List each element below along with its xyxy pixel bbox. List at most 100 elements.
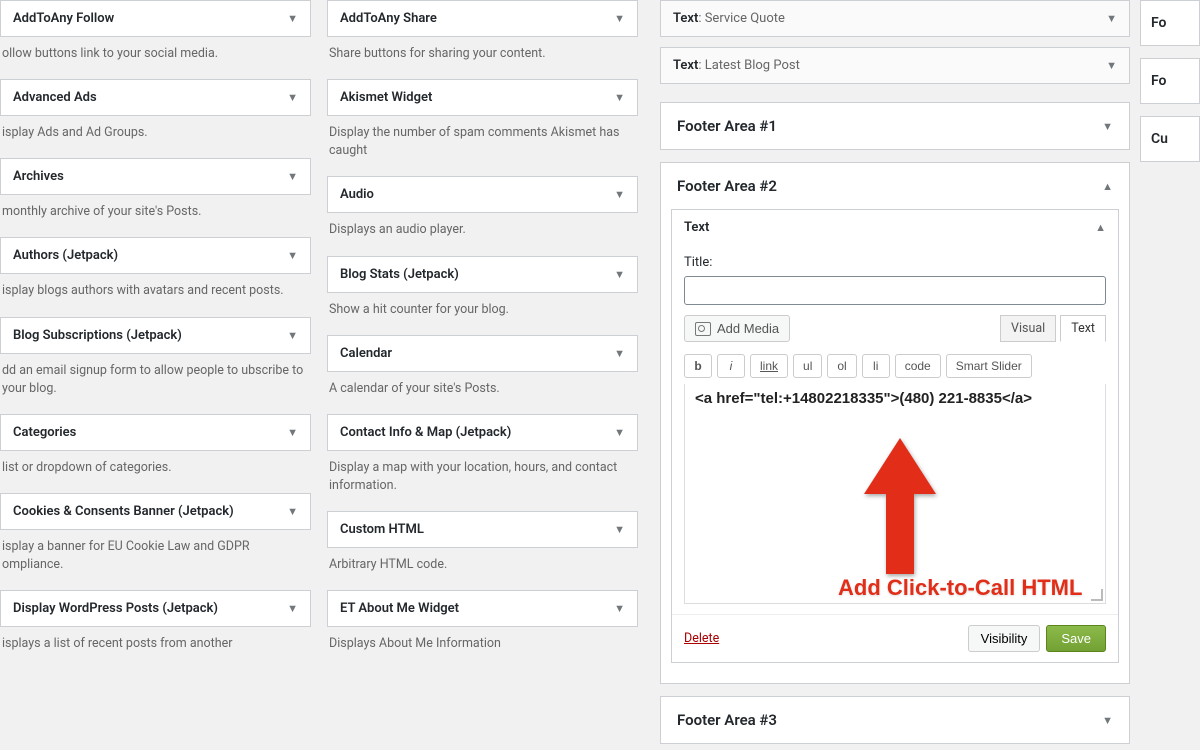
available-widget[interactable]: Cookies & Consents Banner (Jetpack) ▼	[0, 493, 311, 530]
chevron-down-icon: ▼	[287, 170, 298, 183]
toolbar-ol-button[interactable]: ol	[827, 354, 856, 378]
toolbar-ul-button[interactable]: ul	[793, 354, 822, 378]
visibility-button[interactable]: Visibility	[968, 625, 1041, 652]
chevron-up-icon: ▲	[1095, 221, 1106, 234]
widget-title: Custom HTML	[340, 522, 424, 537]
chevron-down-icon: ▼	[614, 602, 625, 615]
chevron-down-icon: ▼	[614, 12, 625, 25]
chevron-down-icon: ▼	[287, 91, 298, 104]
add-media-button[interactable]: Add Media	[684, 315, 790, 342]
chevron-down-icon: ▼	[614, 523, 625, 536]
widget-description: A calendar of your site's Posts.	[327, 372, 638, 414]
widget-description: Share buttons for sharing your content.	[327, 37, 638, 79]
available-widget[interactable]: Authors (Jetpack) ▼	[0, 237, 311, 274]
chevron-down-icon: ▼	[287, 602, 298, 615]
title-input[interactable]	[684, 276, 1106, 305]
chevron-down-icon: ▼	[614, 426, 625, 439]
toolbar-i-button[interactable]: i	[717, 354, 745, 378]
chevron-down-icon: ▼	[614, 91, 625, 104]
collapsed-text-widget[interactable]: Text: Service Quote ▼	[660, 0, 1130, 37]
chevron-down-icon: ▼	[1102, 120, 1113, 133]
widget-title: Advanced Ads	[13, 90, 97, 105]
available-widget[interactable]: Categories ▼	[0, 414, 311, 451]
widget-description: Displays About Me Information	[327, 627, 638, 669]
footer-area-1-title: Footer Area #1	[677, 117, 777, 135]
chevron-down-icon: ▼	[287, 329, 298, 342]
widget-description: Show a hit counter for your blog.	[327, 293, 638, 335]
chevron-down-icon: ▼	[1102, 714, 1113, 727]
media-icon	[695, 322, 711, 336]
toolbar-code-button[interactable]: code	[895, 354, 941, 378]
text-tab[interactable]: Text	[1060, 315, 1106, 342]
available-widget[interactable]: Custom HTML ▼	[327, 511, 638, 548]
available-widget[interactable]: Archives ▼	[0, 158, 311, 195]
widget-description: monthly archive of your site's Posts.	[0, 195, 311, 237]
chevron-down-icon: ▼	[287, 12, 298, 25]
widget-description: Display a map with your location, hours,…	[327, 451, 638, 511]
widget-title: AddToAny Share	[340, 11, 437, 26]
available-widget[interactable]: ET About Me Widget ▼	[327, 590, 638, 627]
text-widget-type: Text	[684, 220, 709, 235]
widget-title: Contact Info & Map (Jetpack)	[340, 425, 511, 440]
available-widget[interactable]: AddToAny Share ▼	[327, 0, 638, 37]
chevron-down-icon: ▼	[287, 426, 298, 439]
delete-link[interactable]: Delete	[684, 631, 719, 646]
text-widget-expanded: Text ▲ Title: Add Media	[671, 209, 1119, 663]
chevron-down-icon: ▼	[614, 268, 625, 281]
toolbar-link-button[interactable]: link	[750, 354, 788, 378]
toolbar-Smart Slider-button[interactable]: Smart Slider	[946, 354, 1032, 378]
widget-title: Akismet Widget	[340, 90, 432, 105]
sidebar-panel-partial[interactable]: Cu	[1140, 116, 1200, 162]
footer-area-1-panel[interactable]: Footer Area #1 ▼	[660, 102, 1130, 150]
widget-description: isplay a banner for EU Cookie Law and GD…	[0, 530, 311, 590]
widget-title: AddToAny Follow	[13, 11, 114, 26]
widget-title: ET About Me Widget	[340, 601, 459, 616]
chevron-down-icon: ▼	[614, 347, 625, 360]
widget-title: Calendar	[340, 346, 392, 361]
available-widget[interactable]: Blog Stats (Jetpack) ▼	[327, 256, 638, 293]
widget-description: list or dropdown of categories.	[0, 451, 311, 493]
available-widget[interactable]: Blog Subscriptions (Jetpack) ▼	[0, 317, 311, 354]
chevron-down-icon: ▼	[1106, 12, 1117, 25]
available-widget[interactable]: AddToAny Follow ▼	[0, 0, 311, 37]
footer-area-3-panel[interactable]: Footer Area #3 ▼	[660, 696, 1130, 744]
chevron-down-icon: ▼	[1106, 59, 1117, 72]
widget-title: Display WordPress Posts (Jetpack)	[13, 601, 218, 616]
widget-description: Displays an audio player.	[327, 213, 638, 255]
widget-description: isplays a list of recent posts from anot…	[0, 627, 311, 669]
available-widget[interactable]: Akismet Widget ▼	[327, 79, 638, 116]
chevron-down-icon: ▼	[287, 249, 298, 262]
widget-description: isplay Ads and Ad Groups.	[0, 116, 311, 158]
collapsed-text-widget[interactable]: Text: Latest Blog Post ▼	[660, 47, 1130, 84]
save-button[interactable]: Save	[1046, 625, 1106, 652]
available-widget[interactable]: Contact Info & Map (Jetpack) ▼	[327, 414, 638, 451]
editor-content: <a href="tel:+14802218335">(480) 221-883…	[695, 390, 1032, 407]
available-widget[interactable]: Advanced Ads ▼	[0, 79, 311, 116]
widget-description: ollow buttons link to your social media.	[0, 37, 311, 79]
title-label: Title:	[684, 255, 1106, 270]
available-widget[interactable]: Calendar ▼	[327, 335, 638, 372]
chevron-up-icon: ▲	[1102, 180, 1113, 193]
widget-description: isplay blogs authors with avatars and re…	[0, 274, 311, 316]
sidebar-panel-partial[interactable]: Fo	[1140, 58, 1200, 104]
widget-title: Archives	[13, 169, 64, 184]
available-widget[interactable]: Audio ▼	[327, 176, 638, 213]
footer-area-2-panel[interactable]: Footer Area #2 ▲ Text ▲ Title:	[660, 162, 1130, 684]
sidebar-panel-partial[interactable]: Fo	[1140, 0, 1200, 46]
chevron-down-icon: ▼	[614, 188, 625, 201]
widget-title: Blog Stats (Jetpack)	[340, 267, 459, 282]
widget-title: Categories	[13, 425, 76, 440]
widget-title: Cookies & Consents Banner (Jetpack)	[13, 504, 234, 519]
widget-title: Authors (Jetpack)	[13, 248, 118, 263]
chevron-down-icon: ▼	[287, 505, 298, 518]
widget-title: Blog Subscriptions (Jetpack)	[13, 328, 182, 343]
visual-tab[interactable]: Visual	[1000, 315, 1056, 342]
widget-title: Audio	[340, 187, 374, 202]
editor-textarea[interactable]: <a href="tel:+14802218335">(480) 221-883…	[684, 384, 1106, 604]
widget-description: dd an email signup form to allow people …	[0, 354, 311, 414]
available-widget[interactable]: Display WordPress Posts (Jetpack) ▼	[0, 590, 311, 627]
toolbar-b-button[interactable]: b	[684, 354, 712, 378]
toolbar-li-button[interactable]: li	[862, 354, 890, 378]
widget-description: Display the number of spam comments Akis…	[327, 116, 638, 176]
text-widget-header[interactable]: Text ▲	[672, 210, 1118, 245]
